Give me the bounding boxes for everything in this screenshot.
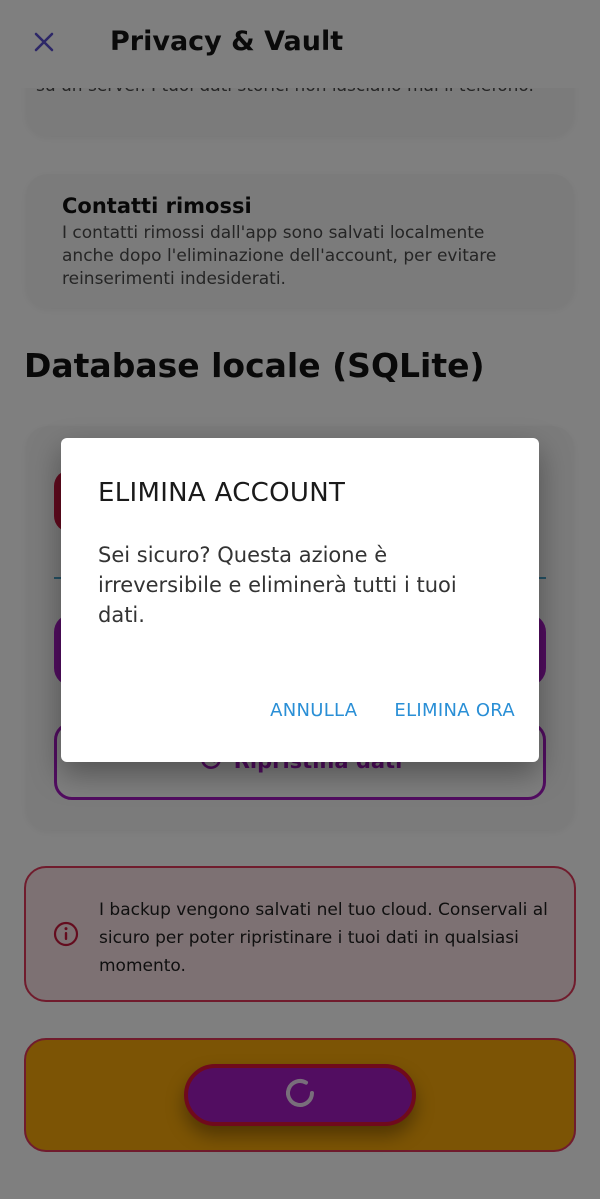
dialog-actions: ANNULLA ELIMINA ORA bbox=[270, 700, 515, 721]
cancel-button[interactable]: ANNULLA bbox=[270, 700, 357, 721]
confirm-delete-button[interactable]: ELIMINA ORA bbox=[394, 700, 515, 721]
dialog-title: ELIMINA ACCOUNT bbox=[98, 478, 346, 508]
dialog-message: Sei sicuro? Questa azione è irreversibil… bbox=[98, 543, 457, 627]
privacy-vault-screen: su un server. I tuoi dati storici non la… bbox=[0, 0, 600, 1199]
delete-account-dialog: ELIMINA ACCOUNT Sei sicuro? Questa azion… bbox=[61, 438, 539, 762]
